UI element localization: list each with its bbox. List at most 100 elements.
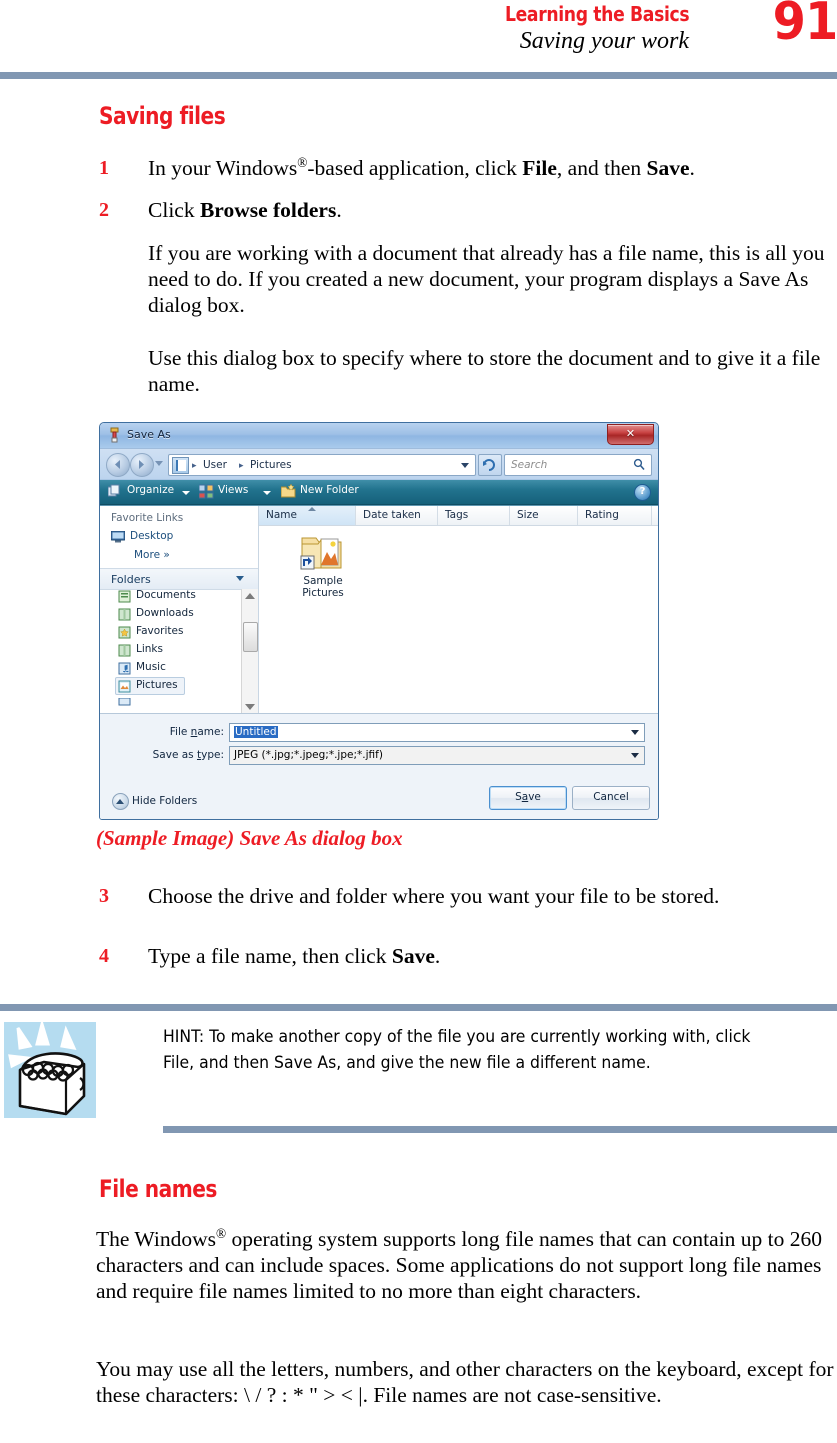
- save-as-type-value: JPEG (*.jpg;*.jpeg;*.jpe;*.jfif): [234, 749, 383, 761]
- paragraph-allowed-characters: You may use all the letters, numbers, an…: [96, 1357, 834, 1407]
- column-divider-1[interactable]: [355, 506, 356, 525]
- chevron-up-icon: [112, 793, 129, 810]
- address-chevron-down-icon[interactable]: [461, 463, 469, 468]
- step-4-text: Type a file name, then click Save.: [148, 944, 441, 968]
- back-button[interactable]: [106, 453, 130, 477]
- new-folder-button[interactable]: New Folder: [300, 484, 359, 496]
- hint-top-divider: [0, 1004, 837, 1011]
- close-icon[interactable]: ✕: [607, 424, 654, 445]
- save-as-type-label-post: ype:: [201, 749, 224, 761]
- column-headers: Name Date taken Tags Size Rating: [259, 506, 658, 526]
- save-as-type-chevron-down-icon[interactable]: [631, 753, 639, 758]
- folder-tree: Documents Downloads Favorites Links Musi…: [100, 589, 241, 714]
- favorite-links-heading: Favorite Links: [111, 512, 184, 524]
- tree-item-favorites[interactable]: Favorites: [136, 625, 183, 637]
- heading-saving-files: Saving files: [99, 102, 226, 130]
- save-as-type-label-pre: Save as: [152, 749, 197, 761]
- forward-button[interactable]: [130, 453, 154, 477]
- hint-text: HINT: To make another copy of the file y…: [163, 1027, 751, 1073]
- save-as-dialog-screenshot: Save As ✕ ▸ User ▸ Pictures Search Organ…: [99, 422, 659, 820]
- views-button[interactable]: Views: [218, 484, 248, 496]
- navigation-pane: Favorite Links Desktop More » Folders Do…: [100, 506, 259, 714]
- folders-chevron-down-icon[interactable]: [236, 576, 244, 581]
- column-divider-5[interactable]: [651, 506, 652, 525]
- file-name-input[interactable]: Untitled: [229, 723, 645, 742]
- dialog-content-area: Favorite Links Desktop More » Folders Do…: [100, 505, 658, 714]
- column-header-date-taken[interactable]: Date taken: [363, 509, 421, 521]
- save-as-type-label: Save as type:: [120, 749, 224, 761]
- step-3-text: Choose the drive and folder where you wa…: [148, 884, 720, 908]
- step-1-text: In your Windows®-based application, clic…: [148, 154, 695, 180]
- step-2: 2 Click Browse folders.: [99, 197, 837, 223]
- search-input[interactable]: Search: [504, 454, 652, 476]
- column-divider-4[interactable]: [577, 506, 578, 525]
- cancel-button[interactable]: Cancel: [572, 786, 650, 810]
- page-header: Learning the Basics Saving your work 91: [0, 0, 837, 66]
- dialog-form-area: File name: Untitled Save as type: JPEG (…: [100, 713, 658, 819]
- organize-chevron-down-icon[interactable]: [182, 491, 190, 495]
- column-divider-3[interactable]: [509, 506, 510, 525]
- save-as-type-select[interactable]: JPEG (*.jpg;*.jpeg;*.jpe;*.jfif): [229, 746, 645, 765]
- sidebar-item-desktop[interactable]: Desktop: [130, 530, 173, 542]
- folders-section-header[interactable]: Folders: [100, 568, 258, 590]
- header-section-title: Saving your work: [519, 28, 689, 54]
- desktop-icon: [110, 530, 126, 543]
- list-item-label-line1: Sample: [303, 575, 343, 587]
- breadcrumb-pictures[interactable]: Pictures: [250, 459, 292, 471]
- step-4-number: 4: [99, 945, 109, 967]
- search-placeholder: Search: [511, 459, 548, 471]
- step-4: 4 Type a file name, then click Save.: [99, 943, 837, 969]
- breadcrumb-separator-1: ▸: [192, 461, 197, 471]
- close-icon-glyph: ✕: [625, 427, 636, 440]
- tree-item-pictures[interactable]: Pictures: [136, 679, 178, 691]
- scroll-down-icon[interactable]: [245, 704, 255, 710]
- tree-item-music[interactable]: Music: [136, 661, 166, 673]
- search-icon: [633, 458, 646, 474]
- dialog-toolbar: Organize Views New Folder ?: [100, 480, 658, 505]
- help-icon[interactable]: ?: [634, 484, 651, 501]
- file-name-value: Untitled: [234, 726, 278, 738]
- column-header-size[interactable]: Size: [517, 509, 539, 521]
- figure-caption: (Sample Image) Save As dialog box: [96, 826, 403, 850]
- dialog-address-bar: ▸ User ▸ Pictures Search: [100, 449, 658, 480]
- organize-button[interactable]: Organize: [127, 484, 174, 496]
- header-divider: [0, 72, 837, 79]
- sort-ascending-icon: [308, 507, 316, 511]
- breadcrumb-user[interactable]: User: [203, 459, 227, 471]
- file-name-chevron-down-icon[interactable]: [631, 730, 639, 735]
- list-item[interactable]: Sample Pictures: [283, 532, 363, 599]
- hide-folders-label: Hide Folders: [132, 795, 198, 807]
- heading-file-names: File names: [99, 1175, 217, 1203]
- save-button[interactable]: Save: [489, 786, 567, 810]
- column-header-name[interactable]: Name: [266, 509, 297, 521]
- pictures-folder-icon: [118, 680, 131, 693]
- column-header-rating[interactable]: Rating: [585, 509, 619, 521]
- hide-folders-button[interactable]: Hide Folders: [112, 793, 198, 810]
- file-list-pane: Name Date taken Tags Size Rating Sample …: [259, 506, 658, 714]
- hint-bottom-divider: [163, 1126, 837, 1133]
- sample-pictures-folder-icon: [300, 537, 346, 575]
- tree-item-links[interactable]: Links: [136, 643, 163, 655]
- tree-item-downloads[interactable]: Downloads: [136, 607, 194, 619]
- new-folder-icon: [280, 483, 296, 499]
- refresh-icon[interactable]: [478, 454, 502, 476]
- folder-tree-scrollbar[interactable]: [241, 589, 258, 714]
- recent-pages-chevron-down-icon[interactable]: [155, 461, 163, 466]
- dialog-title-bar: Save As ✕: [100, 423, 658, 449]
- paint-app-icon: [107, 427, 122, 443]
- scroll-up-icon[interactable]: [245, 593, 255, 599]
- scrollbar-thumb[interactable]: [243, 622, 258, 652]
- sidebar-item-more[interactable]: More »: [134, 549, 170, 561]
- list-item-label-line2: Pictures: [302, 587, 344, 599]
- tree-item-documents[interactable]: Documents: [136, 589, 196, 601]
- file-name-label-pre: File: [169, 726, 191, 738]
- address-breadcrumb-bar[interactable]: ▸ User ▸ Pictures: [168, 454, 476, 476]
- paragraph-dialog-usage: Use this dialog box to specify where to …: [148, 346, 821, 396]
- paragraph-long-file-names: The Windows® operating system supports l…: [96, 1225, 823, 1303]
- step-1: 1 In your Windows®-based application, cl…: [99, 155, 837, 181]
- column-divider-2[interactable]: [437, 506, 438, 525]
- music-folder-icon: [118, 662, 131, 675]
- column-header-tags[interactable]: Tags: [445, 509, 468, 521]
- breadcrumb-separator-2: ▸: [239, 461, 244, 471]
- views-chevron-down-icon[interactable]: [263, 491, 271, 495]
